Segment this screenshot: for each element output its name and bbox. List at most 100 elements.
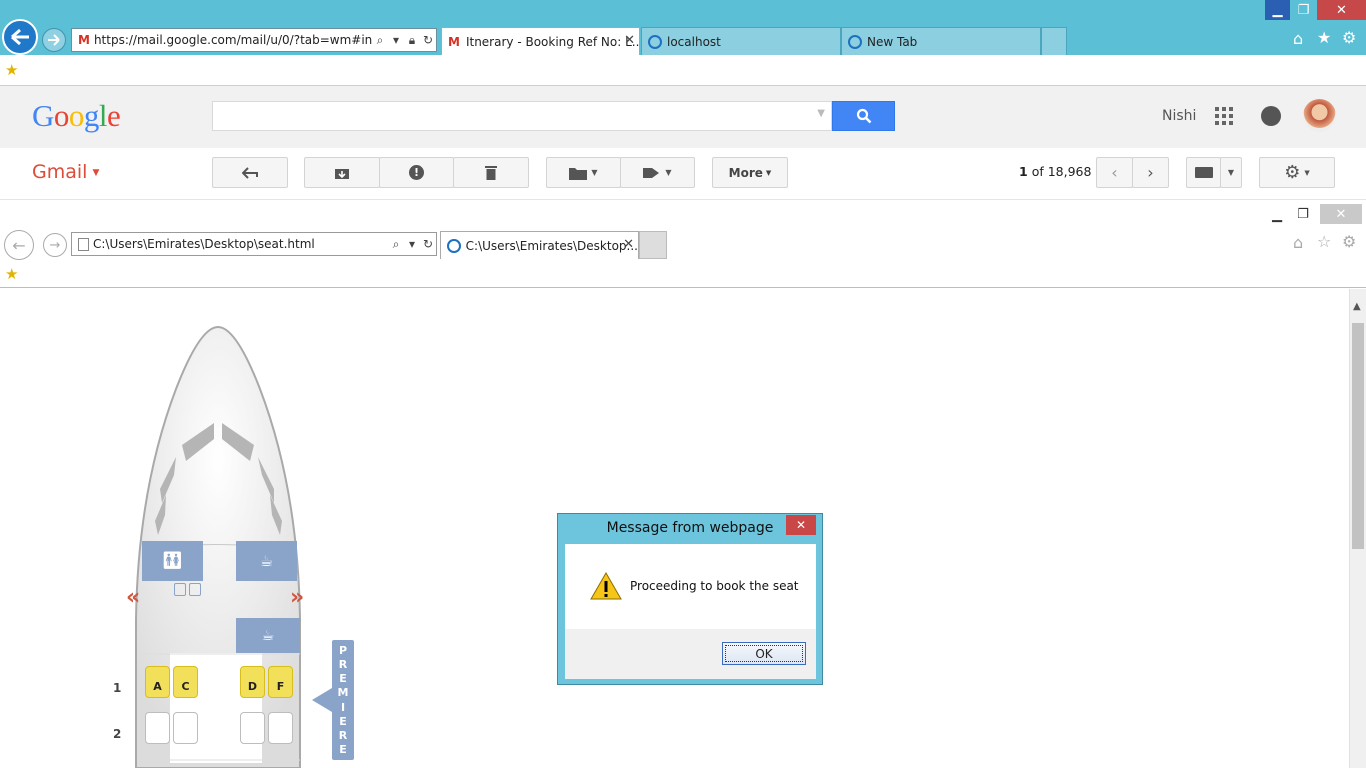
- ie-icon: [447, 238, 461, 253]
- newer-button[interactable]: ‹: [1096, 157, 1133, 188]
- gmail-favicon-icon: M: [448, 34, 460, 49]
- dialog-close-button[interactable]: ✕: [786, 515, 816, 535]
- lavatory-icon: 🚻︎: [161, 551, 184, 571]
- dialog-button-area: OK: [565, 629, 816, 679]
- dropdown-icon[interactable]: ▾: [404, 237, 420, 251]
- outer-browser-frame: M https://mail.google.com/mail/u/0/?tab=…: [0, 0, 1366, 55]
- scroll-up-icon[interactable]: ▲: [1353, 301, 1361, 312]
- input-tools-button[interactable]: [1186, 157, 1221, 188]
- search-icon[interactable]: ⌕: [388, 237, 404, 252]
- add-favorites-icon[interactable]: ★: [5, 61, 18, 79]
- gmail-header: Google ▼ Nishi: [0, 86, 1366, 148]
- pager-count: 1 of 18,968: [1019, 164, 1092, 179]
- seat-2f[interactable]: [268, 712, 293, 744]
- reply-button[interactable]: [212, 157, 288, 188]
- lavatory-door-icon: [189, 583, 201, 596]
- forward-arrow-icon: [48, 34, 60, 46]
- search-icon[interactable]: ⌕: [372, 33, 388, 48]
- seat-1d[interactable]: D: [240, 666, 265, 698]
- reply-icon: [242, 166, 258, 179]
- folder-icon: [569, 167, 588, 180]
- more-button[interactable]: More ▼: [712, 157, 788, 188]
- gmail-app-label[interactable]: Gmail ▼: [32, 161, 99, 183]
- tab-seat-page[interactable]: C:\Users\Emirates\Desktop... ✕: [440, 231, 639, 259]
- minimize-button[interactable]: ▁: [1265, 0, 1290, 20]
- seat-2d[interactable]: [240, 712, 265, 744]
- ok-button[interactable]: OK: [722, 642, 806, 665]
- tab-itinerary[interactable]: M Itnerary - Booking Ref No: L... ✕: [441, 27, 640, 55]
- seat-1c[interactable]: C: [173, 666, 198, 698]
- coffee-cup-icon: ☕︎: [261, 627, 275, 644]
- search-button[interactable]: [832, 101, 895, 131]
- labels-button[interactable]: ▼: [620, 157, 695, 188]
- tag-icon: [643, 167, 660, 178]
- dialog-message: Proceeding to book the seat: [630, 579, 799, 593]
- close-tab-icon[interactable]: ✕: [624, 33, 635, 48]
- seat-2a[interactable]: [145, 712, 170, 744]
- tab-new-tab[interactable]: New Tab: [841, 27, 1041, 55]
- favorites-star-icon[interactable]: ★: [1317, 28, 1331, 47]
- archive-button[interactable]: [304, 157, 380, 188]
- gear-icon: ⚙: [1284, 162, 1301, 183]
- favorites-star-icon[interactable]: ☆: [1317, 232, 1331, 251]
- page-icon: [78, 237, 89, 251]
- avatar[interactable]: [1303, 99, 1336, 132]
- gear-icon[interactable]: ⚙: [1342, 28, 1356, 47]
- keyboard-icon: [1194, 167, 1213, 178]
- home-icon[interactable]: ⌂: [1293, 29, 1303, 48]
- forward-button[interactable]: →: [43, 233, 67, 257]
- close-window-button[interactable]: ✕: [1317, 0, 1366, 20]
- inner-address-bar[interactable]: C:\Users\Emirates\Desktop\seat.html ⌕ ▾ …: [71, 232, 437, 256]
- outer-address-bar[interactable]: M https://mail.google.com/mail/u/0/?tab=…: [71, 28, 437, 52]
- report-spam-button[interactable]: !: [379, 157, 454, 188]
- scroll-thumb[interactable]: [1352, 323, 1364, 549]
- back-button[interactable]: ←: [4, 230, 34, 260]
- google-logo[interactable]: Google: [32, 98, 121, 134]
- chevron-down-icon[interactable]: ▼: [817, 108, 825, 119]
- close-window-button[interactable]: ✕: [1320, 204, 1362, 224]
- apps-grid-icon[interactable]: [1215, 107, 1233, 125]
- user-name[interactable]: Nishi: [1162, 108, 1196, 124]
- gear-icon[interactable]: ⚙: [1342, 232, 1356, 251]
- vertical-scrollbar[interactable]: ▲: [1349, 289, 1366, 768]
- forward-button[interactable]: [42, 28, 66, 52]
- restore-button[interactable]: ❐: [1293, 204, 1313, 224]
- delete-button[interactable]: [453, 157, 529, 188]
- row-number: 2: [113, 727, 122, 741]
- lavatory-door-icon: [174, 583, 186, 596]
- seat-2c[interactable]: [173, 712, 198, 744]
- lavatory-block: 🚻︎: [142, 541, 203, 581]
- back-button[interactable]: [2, 19, 38, 55]
- new-tab-button[interactable]: [1041, 27, 1067, 55]
- dialog-body: Proceeding to book the seat OK: [565, 544, 816, 679]
- aircraft-nose-illustration: [135, 325, 332, 768]
- inner-browser-frame: ▁ ❐ ✕ ← → C:\Users\Emirates\Desktop\seat…: [0, 200, 1366, 288]
- row-number: 1: [113, 681, 122, 695]
- seat-1a[interactable]: A: [145, 666, 170, 698]
- close-tab-icon[interactable]: ✕: [623, 237, 634, 252]
- input-tools-dropdown[interactable]: ▼: [1220, 157, 1242, 188]
- dropdown-icon[interactable]: ▾: [388, 33, 404, 47]
- minimize-button[interactable]: ▁: [1267, 205, 1287, 225]
- refresh-icon[interactable]: ↻: [420, 237, 436, 251]
- notifications-bell-icon[interactable]: [1261, 106, 1281, 126]
- restore-button[interactable]: ❐: [1291, 0, 1316, 20]
- exit-left-arrow-icon: «: [126, 585, 141, 610]
- settings-button[interactable]: ⚙ ▼: [1259, 157, 1335, 188]
- ie-icon: [848, 34, 862, 49]
- ie-icon: [648, 34, 662, 49]
- lock-icon: 🔒︎: [408, 32, 416, 47]
- older-button[interactable]: ›: [1132, 157, 1169, 188]
- outer-favorites-bar: ★: [0, 55, 1366, 86]
- exit-right-arrow-icon: »: [290, 585, 305, 610]
- tab-localhost[interactable]: localhost: [641, 27, 841, 55]
- refresh-icon[interactable]: ↻: [420, 33, 436, 47]
- archive-icon: [335, 168, 349, 179]
- home-icon[interactable]: ⌂: [1293, 233, 1303, 252]
- new-tab-button[interactable]: [639, 231, 667, 259]
- move-to-button[interactable]: ▼: [546, 157, 621, 188]
- back-arrow-icon: [11, 28, 29, 46]
- search-input[interactable]: ▼: [212, 101, 832, 131]
- add-favorites-icon[interactable]: ★: [5, 265, 18, 283]
- seat-1f[interactable]: F: [268, 666, 293, 698]
